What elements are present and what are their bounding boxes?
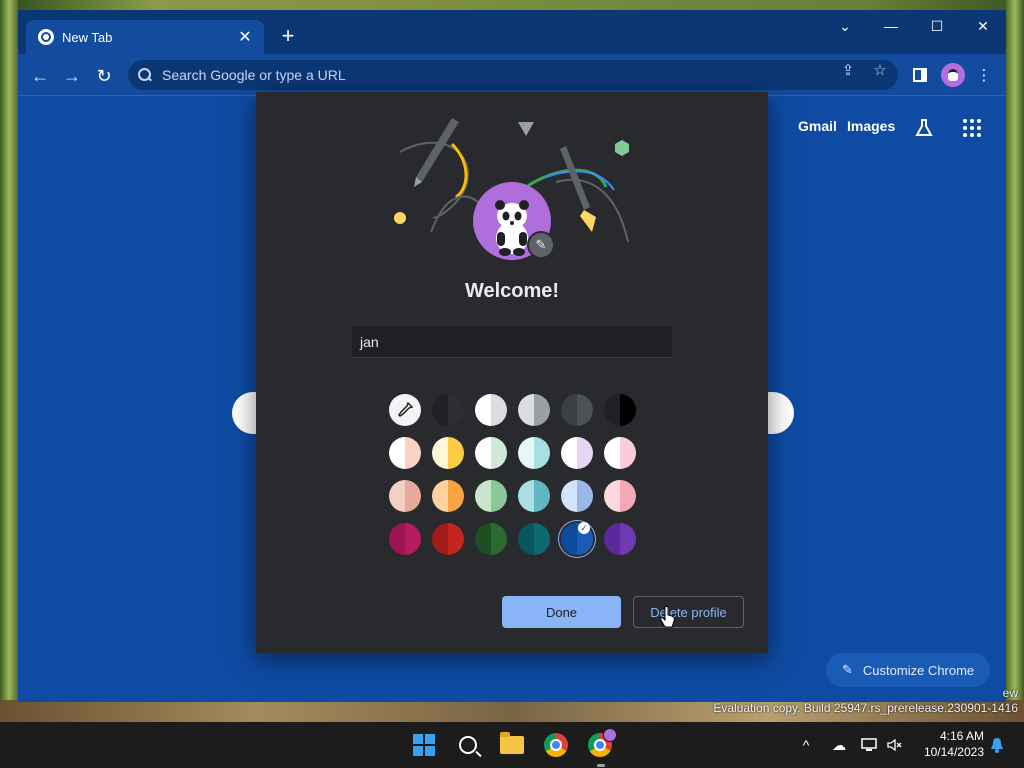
color-swatch[interactable]: [604, 480, 636, 512]
tab-close-icon[interactable]: ✕: [236, 28, 254, 46]
maximize-button[interactable]: ☐: [914, 10, 960, 42]
taskbar: ^ ☁ 4:16 AM 10/14/2023: [0, 722, 1024, 768]
gmail-link[interactable]: Gmail: [798, 118, 837, 134]
notification-bell-icon[interactable]: [986, 734, 1008, 756]
pencil-icon: ✎: [842, 662, 853, 677]
color-swatch[interactable]: [475, 480, 507, 512]
file-explorer-button[interactable]: [497, 730, 527, 760]
color-swatch[interactable]: [518, 437, 550, 469]
color-swatch[interactable]: [604, 394, 636, 426]
color-swatch[interactable]: [561, 437, 593, 469]
color-swatch[interactable]: [475, 523, 507, 555]
images-link[interactable]: Images: [847, 118, 895, 134]
done-button[interactable]: Done: [502, 596, 621, 628]
color-swatch[interactable]: [518, 523, 550, 555]
color-swatch[interactable]: [432, 523, 464, 555]
wallpaper-right: [1006, 0, 1024, 720]
share-icon[interactable]: ⇪: [838, 60, 858, 80]
labs-flask-icon[interactable]: [912, 116, 936, 140]
clock-time: 4:16 AM: [939, 729, 984, 743]
color-swatch[interactable]: [432, 394, 464, 426]
chrome-profile-taskbar-button[interactable]: [585, 728, 617, 760]
delete-profile-button[interactable]: Delete profile: [633, 596, 744, 628]
customize-chrome-label: Customize Chrome: [862, 662, 975, 678]
watermark-partial: ew: [1002, 686, 1018, 700]
custom-color-eyedropper-icon[interactable]: [389, 394, 421, 426]
taskbar-search-button[interactable]: [453, 730, 483, 760]
show-hidden-icons-chevron[interactable]: ^: [795, 734, 817, 756]
search-icon: [138, 68, 152, 82]
selected-check-icon: ✓: [578, 522, 590, 534]
welcome-heading: Welcome!: [464, 280, 560, 302]
bookmark-star-icon[interactable]: ☆: [870, 60, 890, 80]
volume-muted-icon[interactable]: [884, 734, 906, 756]
close-window-button[interactable]: ✕: [960, 10, 1006, 42]
tab-strip: New Tab ✕ + ⌄ — ☐ ✕: [18, 10, 1006, 54]
chrome-favicon-icon: [38, 29, 54, 45]
running-indicator: [597, 764, 605, 767]
system-clock[interactable]: 4:16 AM 10/14/2023: [914, 728, 984, 760]
kebab-menu-icon[interactable]: ⋮: [972, 63, 996, 87]
color-swatch[interactable]: [604, 437, 636, 469]
clock-date: 10/14/2023: [923, 745, 984, 759]
color-swatch[interactable]: [432, 480, 464, 512]
color-swatch[interactable]: [518, 394, 550, 426]
profile-customization-dialog: ✎ Welcome! jan ✓ Done Delete profile: [256, 92, 768, 653]
back-button[interactable]: ←: [26, 62, 54, 90]
color-swatch[interactable]: [389, 480, 421, 512]
color-swatch[interactable]: [518, 480, 550, 512]
google-apps-icon[interactable]: [960, 116, 984, 140]
profile-name-input[interactable]: jan: [352, 326, 672, 358]
hand-cursor-icon: [660, 606, 675, 628]
tab-title: New Tab: [62, 29, 113, 45]
minimize-button[interactable]: —: [868, 10, 914, 42]
customize-chrome-button[interactable]: ✎ Customize Chrome: [826, 653, 990, 687]
color-swatch[interactable]: [389, 523, 421, 555]
side-panel-icon[interactable]: [908, 63, 932, 87]
start-button[interactable]: [409, 730, 439, 760]
color-swatch[interactable]: [432, 437, 464, 469]
tab-search-icon[interactable]: ⌄: [822, 10, 868, 42]
color-swatch[interactable]: [561, 394, 593, 426]
browser-toolbar: ← → ↻ Search Google or type a URL ⇪ ☆ ⋮: [18, 54, 1006, 96]
network-monitor-icon[interactable]: [858, 734, 880, 756]
color-swatch[interactable]: [389, 437, 421, 469]
new-tab-button[interactable]: +: [276, 23, 300, 48]
omnibox[interactable]: Search Google or type a URL: [128, 60, 898, 90]
color-swatch[interactable]: [561, 480, 593, 512]
profile-avatar[interactable]: [941, 63, 965, 87]
windows-logo-icon: [413, 734, 435, 756]
color-swatch[interactable]: [604, 523, 636, 555]
color-swatch[interactable]: [475, 437, 507, 469]
folder-icon: [500, 732, 524, 754]
color-swatch[interactable]: [475, 394, 507, 426]
profile-badge-icon: [603, 728, 617, 742]
wallpaper-left: [0, 0, 18, 720]
forward-button[interactable]: →: [58, 62, 86, 90]
search-icon: [459, 736, 477, 754]
edit-avatar-pencil-icon[interactable]: ✎: [527, 231, 555, 259]
onedrive-cloud-icon[interactable]: ☁: [828, 734, 850, 756]
omnibox-placeholder: Search Google or type a URL: [162, 67, 346, 83]
chrome-taskbar-button[interactable]: [541, 730, 571, 760]
reload-button[interactable]: ↻: [90, 62, 118, 90]
tab-new-tab[interactable]: New Tab ✕: [26, 20, 264, 54]
chrome-icon: [544, 733, 568, 757]
evaluation-watermark: Evaluation copy. Build 25947.rs_prerelea…: [713, 701, 1018, 715]
